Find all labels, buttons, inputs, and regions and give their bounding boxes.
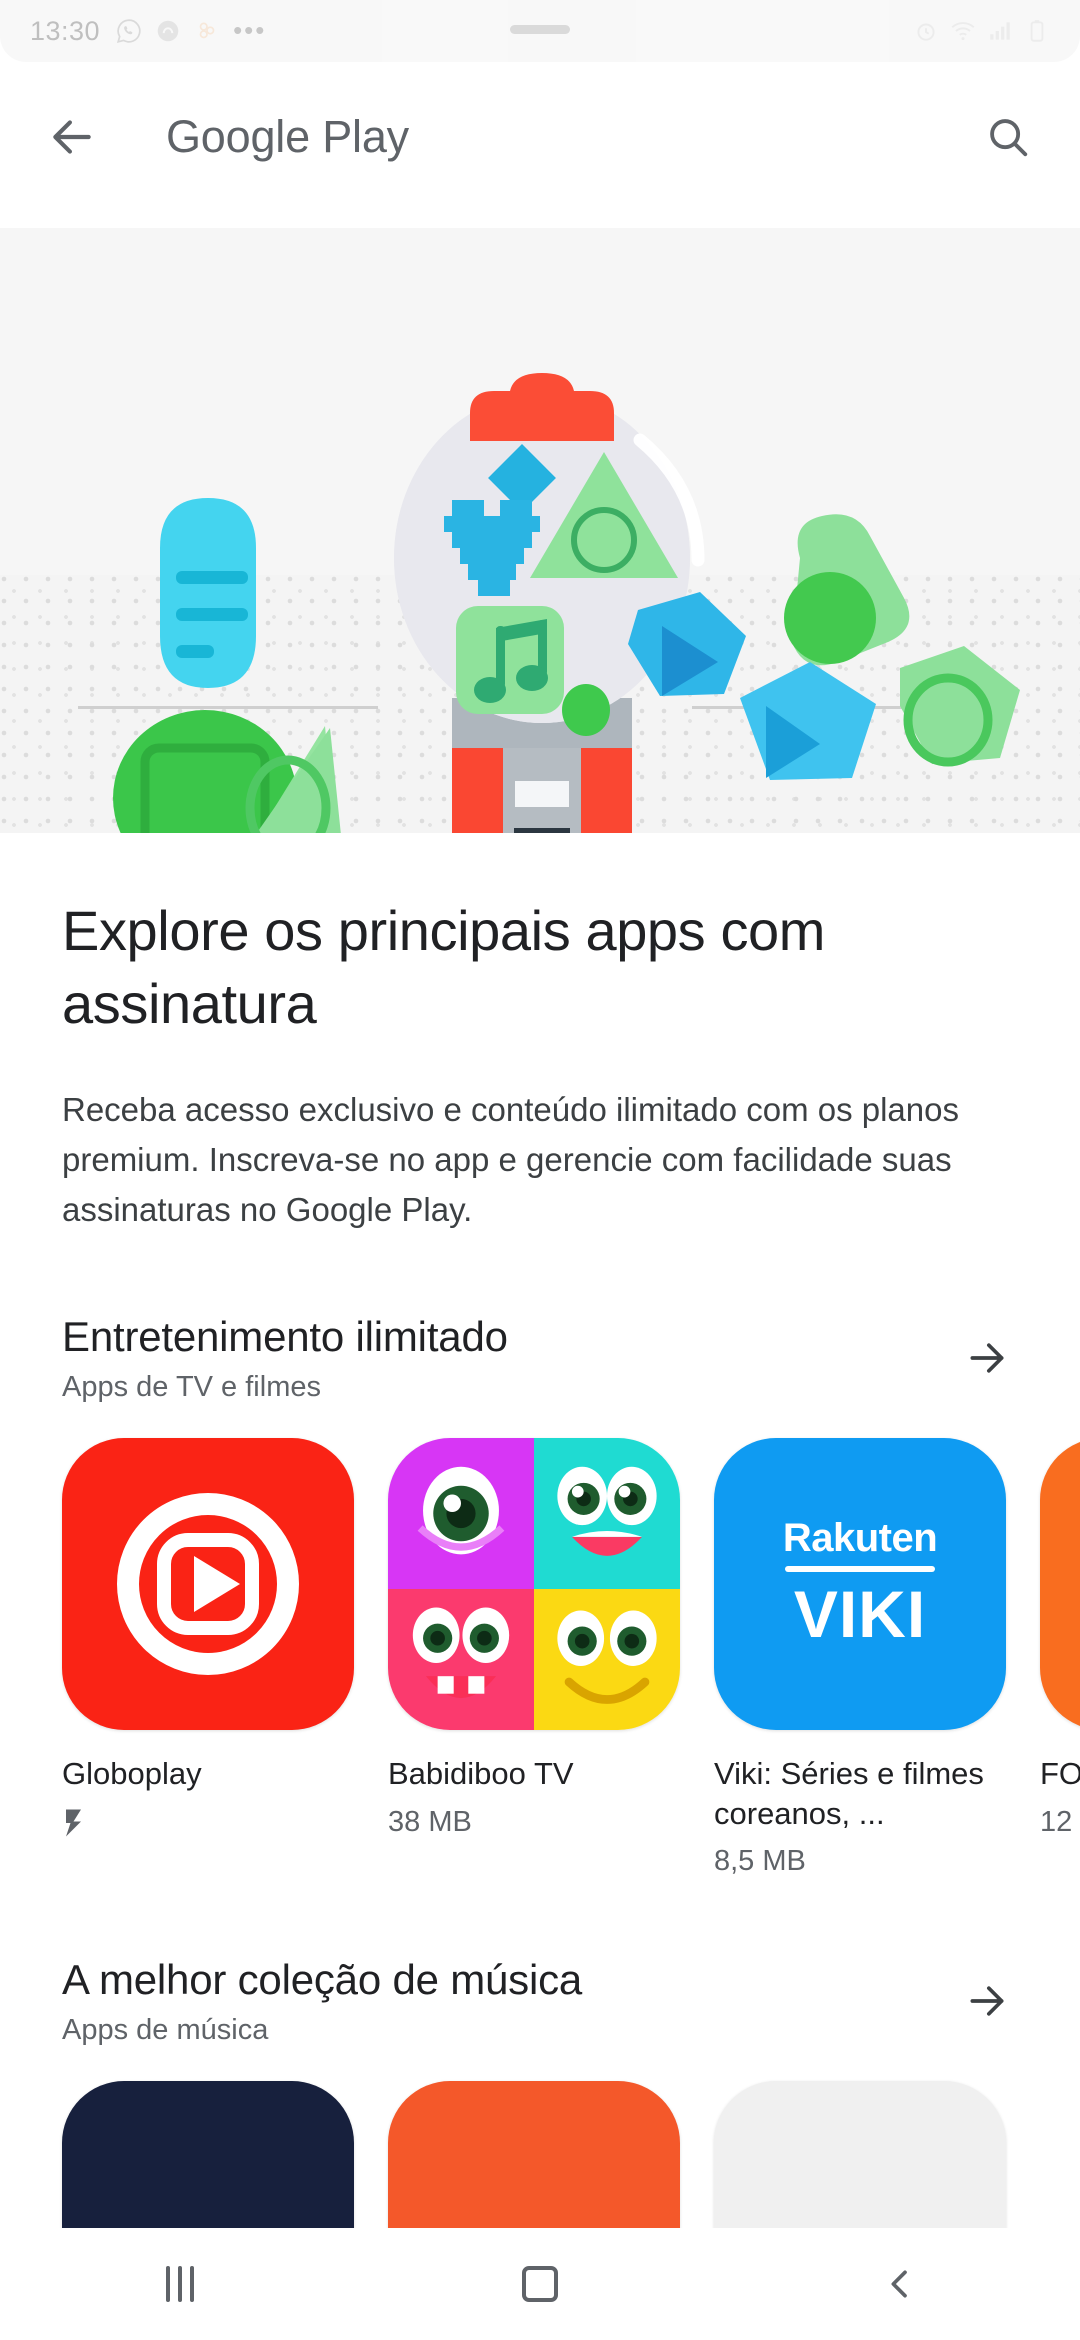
babidiboo-quadrant-teal xyxy=(534,1438,680,1590)
section-more-button[interactable] xyxy=(956,1970,1018,2032)
app-carousel-entertainment[interactable]: Globoplay Babidiboo TV 38 MB Rakuten VIK… xyxy=(0,1404,1080,1878)
home-icon xyxy=(522,2266,558,2302)
smiling-face-icon xyxy=(557,1466,657,1556)
status-bar-notification-icons: ••• xyxy=(116,18,266,44)
section-more-button[interactable] xyxy=(956,1327,1018,1389)
search-icon xyxy=(990,119,1028,157)
android-navigation-bar xyxy=(0,2228,1080,2340)
babidiboo-quadrant-pink xyxy=(388,1589,534,1731)
app-card[interactable]: Rakuten VIKI Viki: Séries e filmes corea… xyxy=(714,1438,1006,1878)
section-subtitle: Apps de TV e filmes xyxy=(62,1371,321,1404)
back-button[interactable] xyxy=(44,109,100,165)
app-card[interactable]: Globoplay xyxy=(62,1438,354,1878)
search-button[interactable] xyxy=(980,109,1036,165)
app-title: Babidiboo TV xyxy=(388,1756,574,1792)
recents-icon xyxy=(166,2266,194,2302)
status-bar-system-icons xyxy=(913,18,1050,44)
app-title: Globoplay xyxy=(62,1756,202,1792)
rakuten-underline xyxy=(785,1566,935,1573)
camera-notch xyxy=(510,25,570,34)
rakuten-wordmark: Rakuten xyxy=(782,1516,938,1561)
babidiboo-quadrant-purple xyxy=(388,1438,534,1590)
viki-wordmark: VIKI xyxy=(793,1577,927,1652)
back-arrow-icon xyxy=(53,120,91,154)
happy-face-icon xyxy=(557,1610,657,1704)
status-bar-clock: 13:30 xyxy=(30,15,101,46)
nav-back-icon xyxy=(891,2270,907,2298)
section-entertainment: Entretenimento ilimitado Apps de TV e fi… xyxy=(0,1313,1080,1878)
home-button[interactable] xyxy=(480,2249,600,2319)
app-notification-icon xyxy=(199,22,215,39)
app-bar: Google Play xyxy=(0,62,1080,212)
recents-button[interactable] xyxy=(120,2249,240,2319)
whatsapp-icon xyxy=(116,19,141,44)
battery-icon xyxy=(1030,20,1044,42)
app-size: 38 MB xyxy=(388,1805,472,1838)
more-dots-icon: ••• xyxy=(233,15,267,46)
nav-back-button[interactable] xyxy=(840,2249,960,2319)
section-header: A melhor coleção de música Apps de músic… xyxy=(0,1956,1080,2047)
page-headline: Explore os principais apps com assinatur… xyxy=(62,899,826,1035)
alarm-icon xyxy=(917,23,935,41)
section-header: Entretenimento ilimitado Apps de TV e fi… xyxy=(0,1313,1080,1404)
arrow-right-icon xyxy=(970,1343,1004,1373)
babidiboo-quadrant-yellow xyxy=(534,1589,680,1731)
section-title: A melhor coleção de música xyxy=(62,1956,583,2004)
partial-app-icon[interactable] xyxy=(1040,1438,1080,1731)
hero-banner xyxy=(0,228,1080,833)
app-title: Viki: Séries e filmes coreanos, ... xyxy=(714,1756,984,1831)
cyclops-face-icon xyxy=(417,1466,505,1555)
play-pass-badge-icon xyxy=(66,1809,81,1837)
app-card[interactable]: FO 12 xyxy=(1040,1438,1080,1878)
app-size: 8,5 MB xyxy=(714,1845,806,1878)
status-bar: 13:30 ••• xyxy=(0,0,1080,62)
main-content: Explore os principais apps com assinatur… xyxy=(0,833,1080,2340)
toothy-face-icon xyxy=(412,1607,510,1699)
page-description: Receba acesso exclusivo e conteúdo ilimi… xyxy=(62,1090,959,1228)
app-title: FO xyxy=(1040,1756,1080,1792)
messenger-icon xyxy=(157,20,179,42)
globoplay-logo-icon xyxy=(117,1493,299,1676)
globoplay-icon[interactable] xyxy=(62,1438,354,1731)
app-card[interactable]: Babidiboo TV 38 MB xyxy=(388,1438,680,1878)
babidiboo-tv-icon[interactable] xyxy=(388,1438,680,1731)
section-subtitle: Apps de música xyxy=(62,2014,269,2047)
app-size: 12 xyxy=(1040,1805,1073,1838)
viki-icon[interactable]: Rakuten VIKI xyxy=(714,1438,1006,1731)
section-title-group: A melhor coleção de música Apps de músic… xyxy=(62,1956,956,2047)
arrow-right-icon xyxy=(970,1986,1004,2017)
google-play-subscriptions-screen: 13:30 ••• Google Play Explore os princip… xyxy=(0,0,1080,2340)
section-title-group: Entretenimento ilimitado Apps de TV e fi… xyxy=(62,1313,956,1404)
wifi-icon xyxy=(951,22,975,41)
gumball-machine-illustration xyxy=(113,373,1020,833)
page-title: Google Play xyxy=(166,111,409,162)
section-title: Entretenimento ilimitado xyxy=(62,1313,508,1361)
signal-icon xyxy=(990,22,1010,40)
